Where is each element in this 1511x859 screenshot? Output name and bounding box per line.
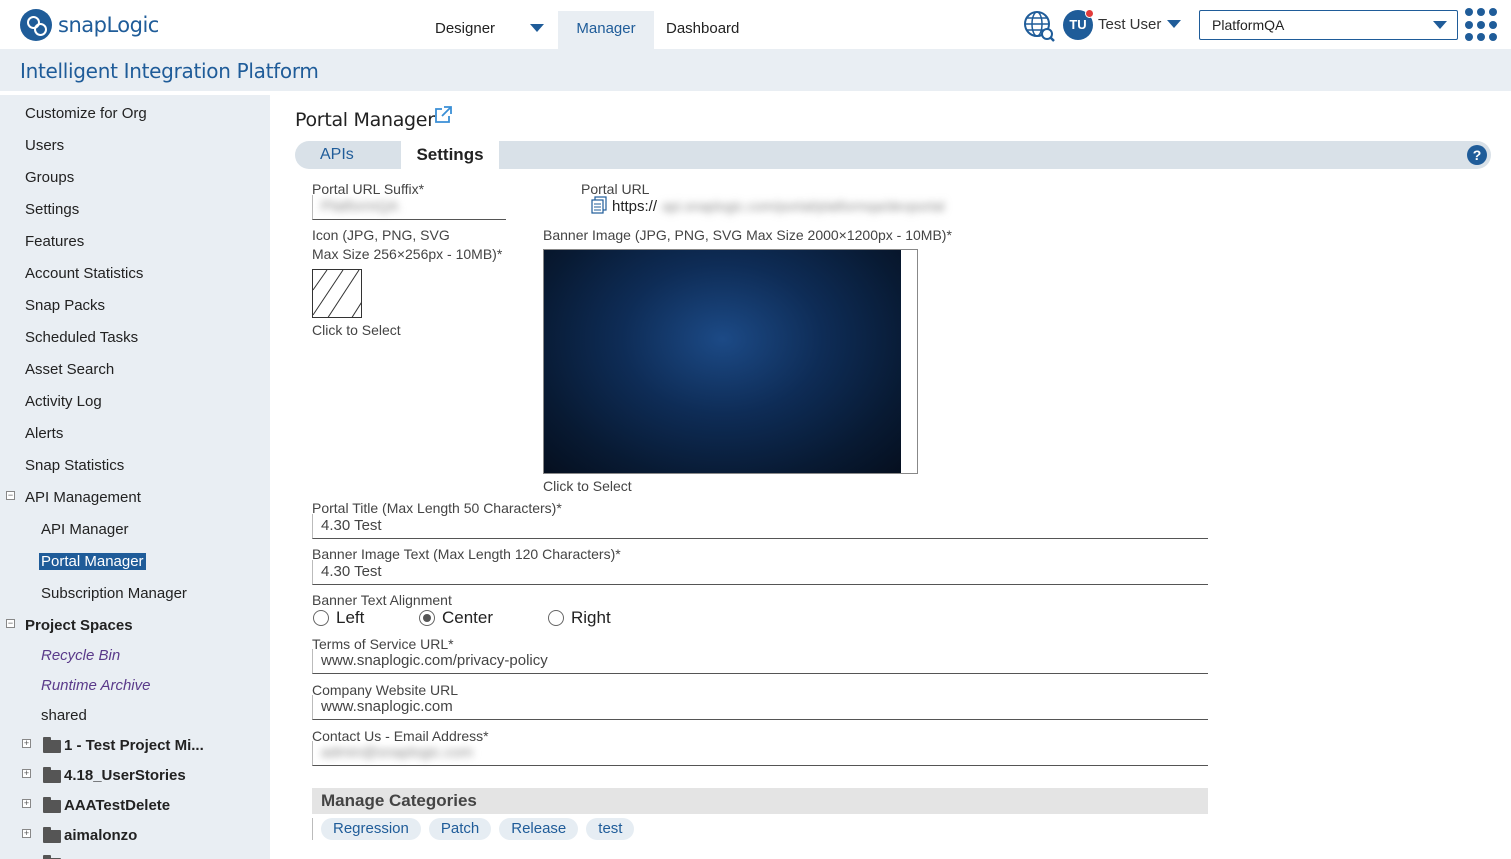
- chevron-down-icon[interactable]: [530, 24, 544, 32]
- icon-label-line2: Max Size 256×256px - 10MB)*: [312, 246, 503, 262]
- logo-text: snapLogic: [58, 13, 159, 37]
- alignment-label: Banner Text Alignment: [312, 592, 452, 608]
- sidebar-item-customize-for-org[interactable]: Customize for Org: [25, 105, 147, 122]
- sidebar-item-groups[interactable]: Groups: [25, 169, 74, 186]
- banner-text-input[interactable]: 4.30 Test: [312, 560, 1208, 585]
- expand-icon[interactable]: +: [22, 829, 31, 838]
- tab-bar: APIs Settings ?: [295, 141, 1491, 169]
- tos-url-input[interactable]: www.snaplogic.com/privacy-policy: [312, 649, 1208, 674]
- sidebar-item-snap-statistics[interactable]: Snap Statistics: [25, 457, 124, 474]
- collapse-icon[interactable]: −: [6, 619, 15, 628]
- chevron-down-icon[interactable]: [1167, 20, 1181, 28]
- sidebar-item-snap-packs[interactable]: Snap Packs: [25, 297, 105, 314]
- category-chip[interactable]: test: [586, 818, 635, 840]
- project-folder[interactable]: 4.18_UserStories: [64, 767, 186, 784]
- org-select[interactable]: PlatformQA: [1199, 10, 1458, 40]
- sidebar-item-project-spaces[interactable]: Project Spaces: [25, 617, 133, 634]
- sidebar-item-scheduled-tasks[interactable]: Scheduled Tasks: [25, 329, 138, 346]
- sidebar-item-api-management[interactable]: API Management: [25, 489, 141, 506]
- sidebar-item-recycle-bin[interactable]: Recycle Bin: [41, 647, 120, 664]
- expand-icon[interactable]: +: [22, 799, 31, 808]
- expand-icon[interactable]: +: [22, 739, 31, 748]
- app-title-bar: Intelligent Integration Platform: [0, 49, 1511, 91]
- tab-settings[interactable]: Settings: [401, 141, 499, 169]
- page-title: Portal Manager: [295, 109, 435, 131]
- help-icon[interactable]: ?: [1467, 145, 1487, 165]
- nav-designer[interactable]: Designer: [435, 11, 495, 49]
- sidebar-item-asset-search[interactable]: Asset Search: [25, 361, 114, 378]
- alignment-left-radio[interactable]: [313, 610, 329, 626]
- contact-email-value: admin@snaplogic.com: [321, 744, 473, 761]
- portal-title-input[interactable]: 4.30 Test: [312, 514, 1208, 539]
- nav-manager[interactable]: Manager: [558, 11, 654, 49]
- alignment-left-label[interactable]: Left: [336, 608, 364, 628]
- snaplogic-logo-icon: [20, 9, 52, 41]
- notification-dot-icon: [1085, 9, 1094, 18]
- chevron-down-icon: [1433, 21, 1447, 29]
- icon-upload[interactable]: [312, 269, 362, 318]
- portal-url-label: Portal URL: [581, 181, 650, 197]
- project-folder[interactable]: AAATestDelete: [64, 797, 170, 814]
- folder-icon: [43, 767, 61, 783]
- user-name[interactable]: Test User: [1098, 16, 1161, 33]
- collapse-icon[interactable]: −: [6, 491, 15, 500]
- category-chip[interactable]: Release: [499, 818, 579, 840]
- app-title: Intelligent Integration Platform: [20, 59, 319, 83]
- icon-label-line1: Icon (JPG, PNG, SVG: [312, 227, 450, 243]
- banner-image-preview: [544, 250, 901, 473]
- sidebar-item-alerts[interactable]: Alerts: [25, 425, 63, 442]
- project-folder[interactable]: aimalonzo: [64, 827, 137, 844]
- sidebar-item-account-statistics[interactable]: Account Statistics: [25, 265, 143, 282]
- category-chip[interactable]: Regression: [321, 818, 421, 840]
- alignment-right-label[interactable]: Right: [571, 608, 611, 628]
- portal-url-prefix: https://: [612, 198, 658, 215]
- sidebar-item-users[interactable]: Users: [25, 137, 64, 154]
- portal-url-suffix-value: PlatformQA: [321, 198, 399, 215]
- main-content: Portal Manager APIs Settings ? Portal UR…: [270, 91, 1511, 859]
- folder-icon: [43, 827, 61, 843]
- banner-click-to-select[interactable]: Click to Select: [543, 478, 632, 494]
- portal-url-suffix-input[interactable]: PlatformQA: [312, 195, 506, 220]
- sidebar-item-shared[interactable]: shared: [41, 707, 87, 724]
- banner-image-upload[interactable]: [543, 249, 918, 474]
- project-folder[interactable]: 1 - Test Project Mi...: [64, 737, 204, 754]
- nav-dashboard[interactable]: Dashboard: [666, 11, 739, 49]
- contact-email-input[interactable]: admin@snaplogic.com: [312, 741, 1208, 766]
- sidebar-item-activity-log[interactable]: Activity Log: [25, 393, 102, 410]
- external-link-icon[interactable]: [433, 105, 453, 125]
- globe-search-icon[interactable]: [1022, 9, 1056, 43]
- snaplogic-logo[interactable]: snapLogic: [20, 9, 159, 41]
- expand-icon[interactable]: +: [22, 769, 31, 778]
- top-bar: snapLogic Designer Manager Dashboard TU …: [0, 0, 1511, 49]
- sidebar-item-api-manager[interactable]: API Manager: [41, 521, 129, 538]
- category-list: Regression Patch Release test: [312, 818, 635, 840]
- alignment-center-label[interactable]: Center: [442, 608, 493, 628]
- app-switcher-icon[interactable]: [1465, 8, 1499, 42]
- sidebar-item-subscription-manager[interactable]: Subscription Manager: [41, 585, 187, 602]
- sidebar: Customize for Org Users Groups Settings …: [0, 95, 270, 859]
- category-chip[interactable]: Patch: [428, 818, 492, 840]
- hatch-placeholder-icon: [313, 270, 361, 317]
- sidebar-item-portal-manager[interactable]: Portal Manager: [39, 553, 146, 570]
- manage-categories-header: Manage Categories: [312, 788, 1208, 814]
- sidebar-item-features[interactable]: Features: [25, 233, 84, 250]
- sidebar-item-runtime-archive[interactable]: Runtime Archive: [41, 677, 150, 694]
- company-url-input[interactable]: www.snaplogic.com: [312, 695, 1208, 720]
- folder-icon: [43, 797, 61, 813]
- alignment-center-radio[interactable]: [419, 610, 435, 626]
- icon-click-to-select[interactable]: Click to Select: [312, 322, 401, 338]
- org-select-value: PlatformQA: [1212, 17, 1285, 33]
- portal-url-value[interactable]: api.snaplogic.com/portal/platformqa/devp…: [662, 198, 945, 214]
- copy-icon[interactable]: [591, 196, 607, 214]
- sidebar-item-settings[interactable]: Settings: [25, 201, 79, 218]
- banner-image-label: Banner Image (JPG, PNG, SVG Max Size 200…: [543, 227, 952, 243]
- tab-apis[interactable]: APIs: [320, 141, 354, 169]
- folder-icon: [43, 737, 61, 753]
- alignment-right-radio[interactable]: [548, 610, 564, 626]
